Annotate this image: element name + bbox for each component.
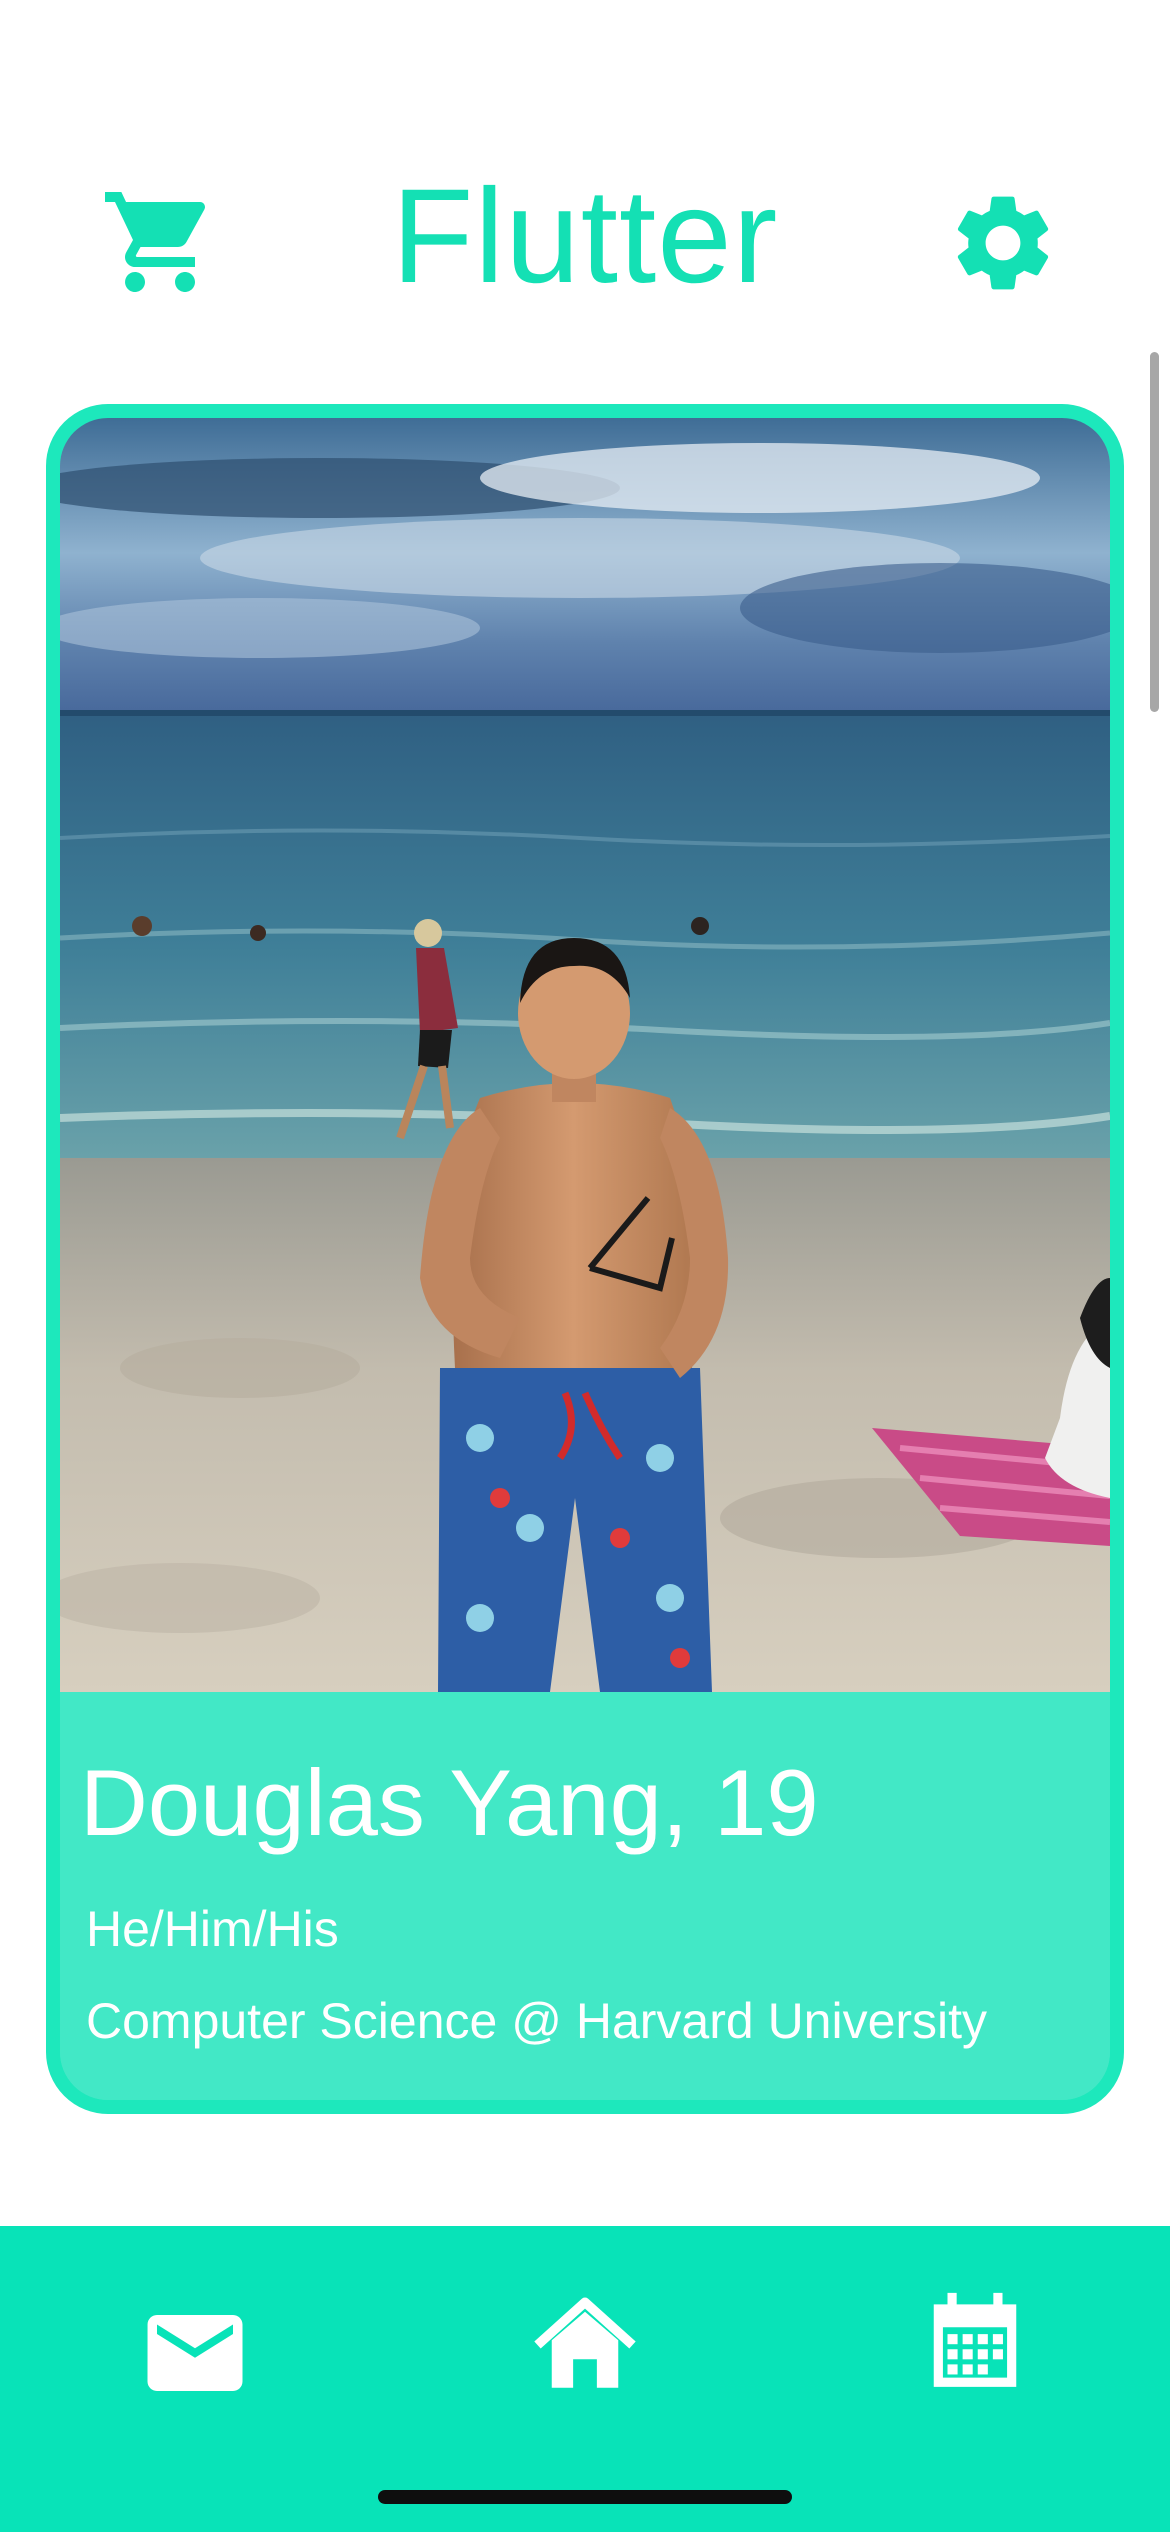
- bottom-nav-bar: [0, 2226, 1170, 2532]
- profile-school: Computer Science @ Harvard University: [86, 1993, 988, 2049]
- profile-pronouns: He/Him/His: [86, 1901, 339, 1957]
- home-indicator[interactable]: [378, 2490, 792, 2504]
- profile-name: Douglas Yang, 19: [80, 1750, 819, 1855]
- profile-photo: [60, 418, 1110, 1692]
- calendar-icon[interactable]: [920, 2286, 1030, 2396]
- gear-icon[interactable]: [945, 185, 1061, 301]
- app-header: Flutter: [0, 160, 1170, 320]
- mail-icon[interactable]: [138, 2296, 252, 2410]
- home-icon[interactable]: [528, 2288, 642, 2402]
- profile-card[interactable]: Douglas Yang, 19 He/Him/His Computer Sci…: [46, 404, 1124, 2114]
- scrollbar[interactable]: [1150, 352, 1159, 712]
- profile-info: Douglas Yang, 19 He/Him/His Computer Sci…: [60, 1692, 1110, 2100]
